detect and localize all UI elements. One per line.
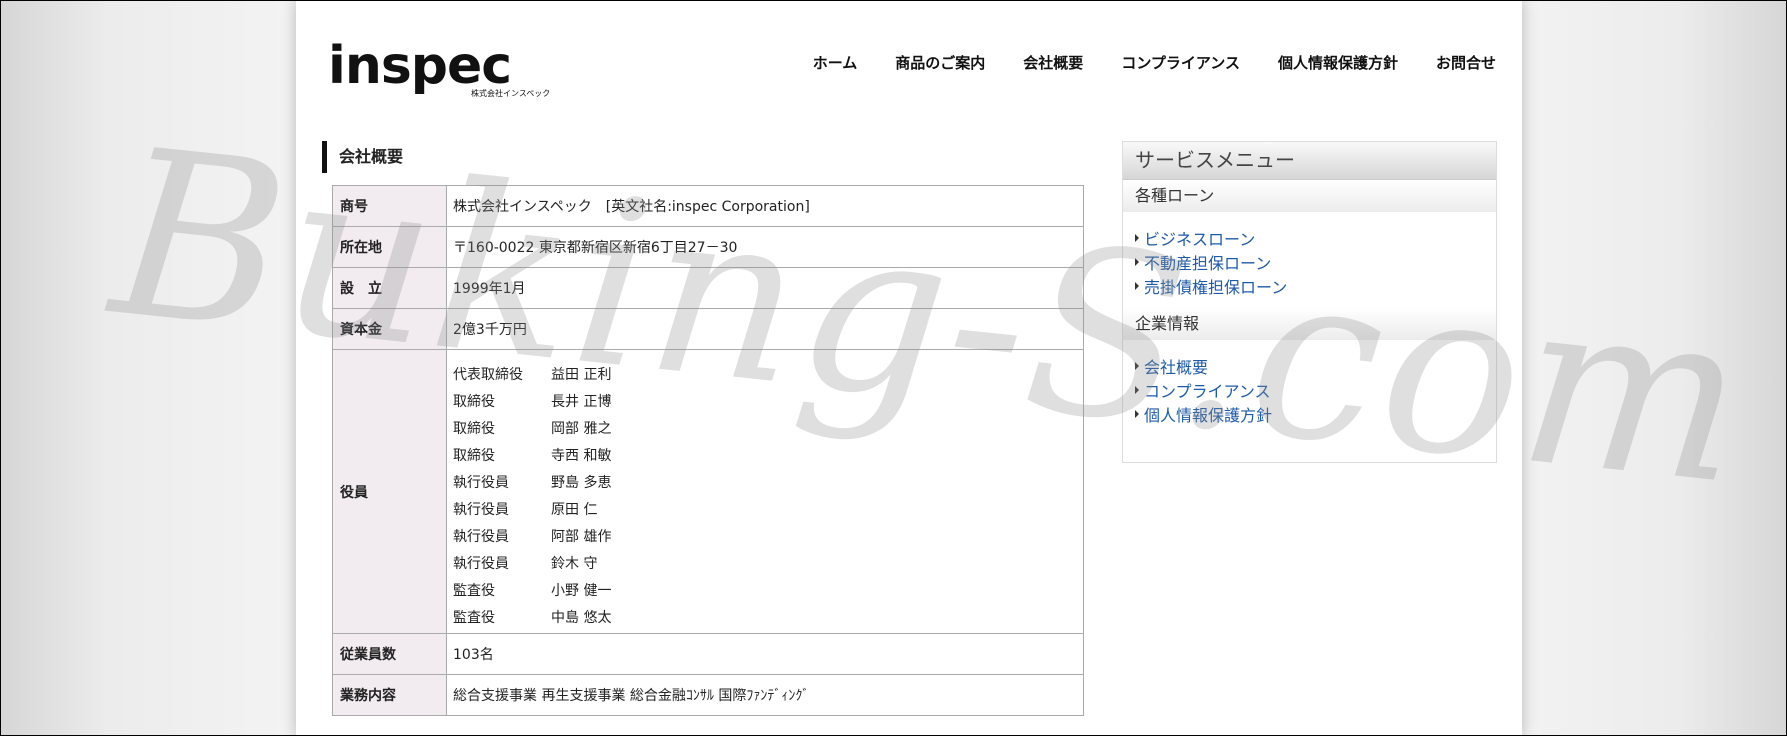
section-title: 会社概要 [322, 141, 403, 173]
table-row-officers: 役員 代表取締役 益田 正利 取締役 長井 正博 取締役 岡部 雅之 取締役 寺西 和敏 執行役… [332, 349, 1084, 634]
officer-title: 監査役 [453, 609, 495, 626]
list-item: 個人情報保護方針 [1135, 402, 1484, 426]
page: inspec 株式会社インスペック ホーム 商品のご案内 会社概要 コンプライア… [296, 0, 1522, 736]
row-value: 2億3千万円 [446, 308, 1084, 350]
officer-name: 中島 悠太 [551, 609, 612, 626]
row-label: 資本金 [332, 308, 447, 350]
officer-row: 取締役 寺西 和敏 [453, 443, 1077, 470]
row-value: 株式会社インスペック [英文社名:inspec Corporation] [446, 185, 1084, 227]
nav-privacy[interactable]: 個人情報保護方針 [1278, 52, 1398, 73]
officer-title: 執行役員 [453, 528, 509, 545]
list-item: 会社概要 [1135, 354, 1484, 378]
link-real-estate-loan[interactable]: 不動産担保ローン [1144, 250, 1271, 274]
row-value: 1999年1月 [446, 267, 1084, 309]
officer-name: 寺西 和敏 [551, 447, 612, 464]
bullet-arrow-icon [1135, 362, 1139, 370]
row-value: 総合支援事業 再生支援事業 総合金融ｺﾝｻﾙ 国際ﾌｧﾝﾃﾞｨﾝｸﾞ [446, 674, 1084, 716]
logo-wordmark: inspec [328, 36, 512, 96]
officer-name: 阿部 雄作 [551, 528, 612, 545]
officer-name: 原田 仁 [551, 501, 598, 518]
link-privacy-policy[interactable]: 個人情報保護方針 [1144, 402, 1272, 426]
officer-name: 益田 正利 [551, 366, 612, 383]
service-menu: サービスメニュー 各種ローン ビジネスローン 不動産担保ローン 売掛債権担保ロー… [1122, 141, 1497, 463]
officer-row: 執行役員 鈴木 守 [453, 551, 1077, 578]
table-row: 資本金 2億3千万円 [332, 308, 1084, 350]
officer-title: 取締役 [453, 393, 495, 410]
officers-list: 代表取締役 益田 正利 取締役 長井 正博 取締役 岡部 雅之 取締役 寺西 和敏 執行役員 野島… [453, 352, 1077, 632]
officer-name: 小野 健一 [551, 582, 612, 599]
officer-title: 取締役 [453, 420, 495, 437]
table-row: 所在地 〒160-0022 東京都新宿区新宿6丁目27－30 [332, 226, 1084, 268]
officer-title: 監査役 [453, 582, 495, 599]
table-row: 業務内容 総合支援事業 再生支援事業 総合金融ｺﾝｻﾙ 国際ﾌｧﾝﾃﾞｨﾝｸﾞ [332, 674, 1084, 716]
officer-name: 野島 多恵 [551, 474, 612, 491]
officer-title: 執行役員 [453, 555, 509, 572]
officer-row: 監査役 小野 健一 [453, 578, 1077, 605]
nav-compliance[interactable]: コンプライアンス [1121, 52, 1240, 73]
officer-row: 代表取締役 益田 正利 [453, 362, 1077, 389]
list-item: ビジネスローン [1135, 226, 1484, 250]
officer-title: 執行役員 [453, 474, 509, 491]
bullet-arrow-icon [1135, 386, 1139, 394]
nav-contact[interactable]: お問合せ [1436, 52, 1496, 73]
menu-group-heading: 各種ローン [1123, 180, 1496, 212]
menu-group-list: ビジネスローン 不動産担保ローン 売掛債権担保ローン [1123, 212, 1496, 308]
table-row: 商号 株式会社インスペック [英文社名:inspec Corporation] [332, 185, 1084, 227]
row-value: 103名 [446, 633, 1084, 675]
service-menu-title: サービスメニュー [1123, 142, 1496, 180]
table-row: 従業員数 103名 [332, 633, 1084, 675]
bullet-arrow-icon [1135, 258, 1139, 266]
officer-name: 鈴木 守 [551, 555, 598, 572]
link-compliance[interactable]: コンプライアンス [1144, 378, 1271, 402]
list-item: コンプライアンス [1135, 378, 1484, 402]
nav-home[interactable]: ホーム [813, 52, 858, 73]
link-receivables-loan[interactable]: 売掛債権担保ローン [1144, 274, 1287, 298]
officers-cell: 代表取締役 益田 正利 取締役 長井 正博 取締役 岡部 雅之 取締役 寺西 和敏 執行役員 野島… [446, 349, 1084, 634]
row-label: 設 立 [332, 267, 447, 309]
bullet-arrow-icon [1135, 282, 1139, 290]
officer-row: 取締役 岡部 雅之 [453, 416, 1077, 443]
company-info-table: 商号 株式会社インスペック [英文社名:inspec Corporation] … [332, 185, 1084, 716]
link-company-overview[interactable]: 会社概要 [1144, 354, 1208, 378]
row-label: 業務内容 [332, 674, 447, 716]
bullet-arrow-icon [1135, 410, 1139, 418]
menu-group-list: 会社概要 コンプライアンス 個人情報保護方針 [1123, 340, 1496, 436]
list-item: 売掛債権担保ローン [1135, 274, 1484, 298]
nav-company[interactable]: 会社概要 [1023, 52, 1083, 73]
logo[interactable]: inspec 株式会社インスペック [328, 36, 558, 104]
global-nav: ホーム 商品のご案内 会社概要 コンプライアンス 個人情報保護方針 お問合せ [813, 52, 1496, 73]
officer-row: 執行役員 原田 仁 [453, 497, 1077, 524]
officer-title: 執行役員 [453, 501, 509, 518]
menu-group-heading: 企業情報 [1123, 308, 1496, 340]
officer-title: 代表取締役 [453, 366, 523, 383]
row-label: 役員 [332, 349, 447, 634]
officer-row: 取締役 長井 正博 [453, 389, 1077, 416]
row-label: 従業員数 [332, 633, 447, 675]
officer-row: 執行役員 阿部 雄作 [453, 524, 1077, 551]
row-label: 所在地 [332, 226, 447, 268]
link-business-loan[interactable]: ビジネスローン [1144, 226, 1255, 250]
bullet-arrow-icon [1135, 234, 1139, 242]
officer-name: 岡部 雅之 [551, 420, 612, 437]
row-label: 商号 [332, 185, 447, 227]
list-item: 不動産担保ローン [1135, 250, 1484, 274]
officer-row: 監査役 中島 悠太 [453, 605, 1077, 632]
nav-products[interactable]: 商品のご案内 [895, 52, 985, 73]
officer-title: 取締役 [453, 447, 495, 464]
table-row: 設 立 1999年1月 [332, 267, 1084, 309]
officer-name: 長井 正博 [551, 393, 612, 410]
officer-row: 執行役員 野島 多恵 [453, 470, 1077, 497]
row-value: 〒160-0022 東京都新宿区新宿6丁目27－30 [446, 226, 1084, 268]
logo-subtitle: 株式会社インスペック [471, 89, 551, 98]
